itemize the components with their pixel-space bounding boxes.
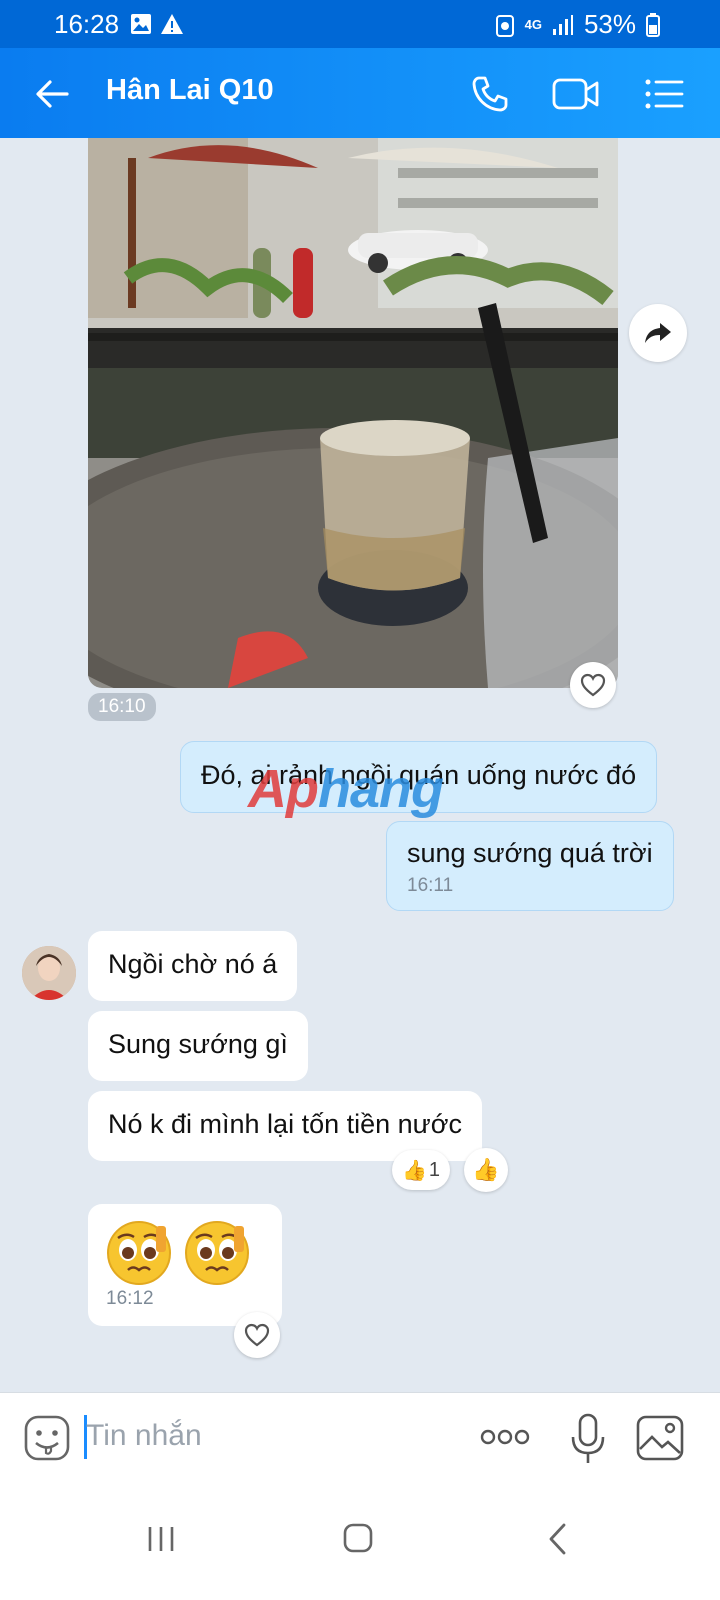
reaction-count: 1 [428, 1158, 441, 1181]
avatar[interactable] [22, 946, 76, 1000]
signal-icon [552, 14, 573, 35]
back-arrow-icon[interactable] [34, 76, 70, 112]
message-text: sung sướng quá trời [407, 838, 653, 868]
phone-call-icon[interactable] [470, 74, 510, 114]
pleading-face-emoji-icon [107, 1221, 171, 1285]
chat-area[interactable]: 16:10 Đó, ai rảnh ngồi quán uống nước đó… [0, 138, 720, 1420]
home-icon[interactable] [342, 1522, 374, 1554]
status-time: 16:28 [54, 9, 120, 39]
forward-button[interactable] [629, 304, 687, 362]
message-text: Sung sướng gì [108, 1029, 288, 1059]
thumbs-up-icon: 👍 [401, 1159, 427, 1182]
heart-icon [580, 673, 606, 697]
emoji-message[interactable]: 16:12 [88, 1204, 282, 1326]
photo-timestamp: 16:10 [88, 693, 156, 721]
contact-avatar-image [22, 946, 76, 1000]
data-saver-icon [495, 14, 514, 37]
like-button[interactable] [570, 662, 616, 708]
network-type: 4G [524, 16, 542, 32]
forward-arrow-icon [645, 323, 671, 343]
system-nav-bar [0, 1484, 720, 1600]
chat-header: Hân Lai Q10 [0, 48, 720, 138]
video-call-icon[interactable] [552, 74, 600, 114]
message-text: Nó k đi mình lại tốn tiền nước [108, 1109, 462, 1139]
microphone-icon[interactable] [570, 1413, 606, 1465]
warning-icon [161, 14, 183, 34]
reaction-summary[interactable]: 👍 1 [392, 1150, 450, 1190]
recent-apps-icon[interactable] [146, 1524, 176, 1554]
battery-icon [646, 12, 660, 37]
like-button[interactable] [234, 1312, 280, 1358]
more-options-icon[interactable] [480, 1427, 530, 1447]
watermark-logo: Aphang [248, 759, 444, 819]
gallery-notification-icon [131, 14, 151, 34]
status-bar: 16:28 4G 53% [0, 0, 720, 48]
message-text: Ngồi chờ nó á [108, 949, 278, 979]
menu-list-icon[interactable] [644, 74, 684, 114]
message-input[interactable]: Tin nhắn [86, 1419, 202, 1453]
pleading-face-emoji-icon [185, 1221, 249, 1285]
message-timestamp: 16:12 [106, 1288, 154, 1309]
heart-icon [244, 1323, 270, 1347]
received-message[interactable]: Sung sướng gì [88, 1011, 308, 1081]
image-gallery-icon[interactable] [636, 1415, 684, 1461]
cafe-photo-image [88, 138, 618, 688]
photo-message[interactable] [88, 138, 618, 688]
contact-name[interactable]: Hân Lai Q10 [106, 74, 274, 107]
react-button[interactable]: 👍 [464, 1148, 508, 1192]
message-input-bar: Tin nhắn [0, 1392, 720, 1484]
sticker-face-icon[interactable] [24, 1415, 70, 1461]
message-timestamp: 16:11 [407, 875, 454, 896]
back-nav-icon[interactable] [546, 1522, 570, 1556]
battery-percent: 53% [583, 9, 636, 39]
received-message[interactable]: Ngồi chờ nó á [88, 931, 298, 1001]
sent-message[interactable]: sung sướng quá trời 16:11 [386, 821, 674, 911]
thumbs-up-icon: 👍 [472, 1157, 500, 1182]
